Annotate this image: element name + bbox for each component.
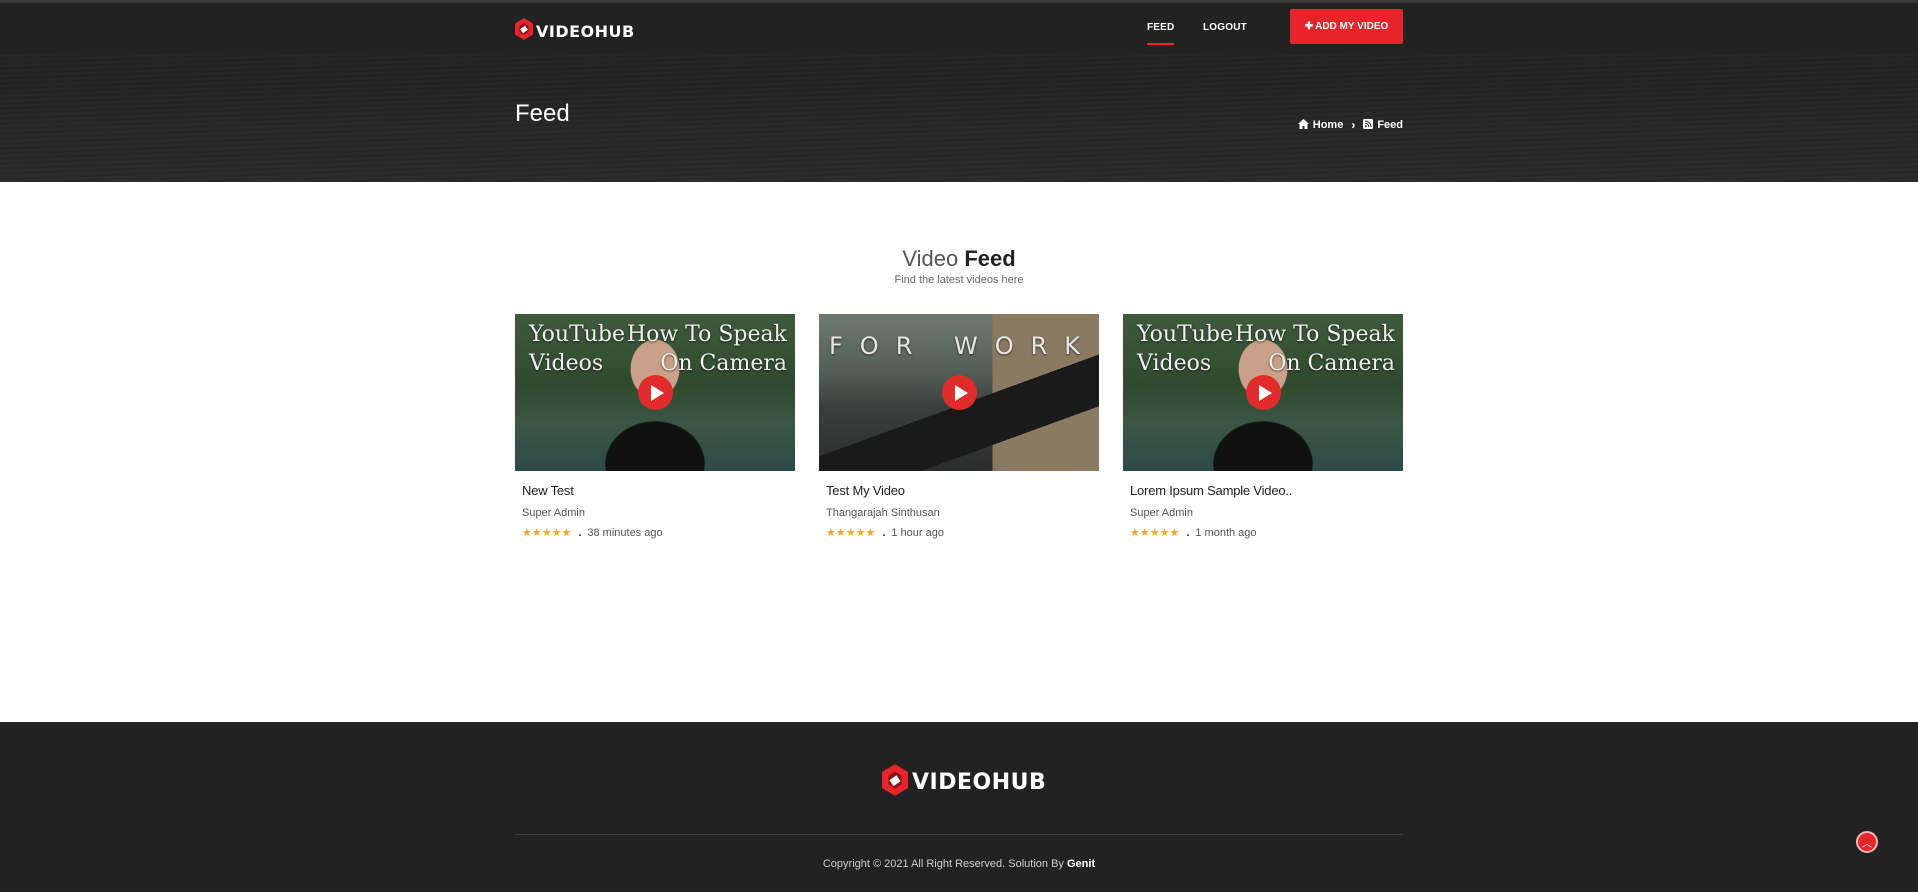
logo-text: VIDEOHUB	[536, 21, 635, 41]
video-meta: ★★★★★ . 38 minutes ago	[522, 526, 663, 540]
video-card: FOR WORK Test My Video Thangarajah Sinth…	[819, 314, 1099, 539]
footer-logo[interactable]: VIDEOHUB	[882, 763, 1047, 801]
star-rating: ★★★★★	[522, 527, 572, 539]
video-title[interactable]: Test My Video	[826, 483, 905, 498]
separator-dot: .	[1186, 526, 1190, 539]
section-title-light: Video	[902, 246, 959, 271]
thumbnail-caption-left: YouTube Videos	[1137, 322, 1233, 376]
play-icon[interactable]	[1246, 375, 1281, 410]
site-logo[interactable]: VIDEOHUB	[515, 17, 635, 45]
chevron-up-icon: ︿	[1862, 838, 1872, 850]
star-rating: ★★★★★	[1130, 527, 1180, 539]
plus-icon: ✚	[1304, 21, 1314, 32]
logo-mark-icon	[882, 763, 908, 801]
add-my-video-button[interactable]: ✚ ADD MY VIDEO	[1290, 9, 1403, 44]
breadcrumb-feed: Feed	[1377, 119, 1403, 131]
video-time: 1 month ago	[1195, 526, 1257, 539]
add-my-video-label: ADD MY VIDEO	[1315, 21, 1389, 32]
separator-dot: .	[882, 526, 886, 539]
video-thumbnail[interactable]: FOR WORK	[819, 314, 1099, 471]
navbar	[0, 3, 1918, 54]
video-author: Super Admin	[1130, 507, 1193, 519]
thumbnail-caption-right: How To Speak On Camera	[626, 322, 787, 376]
video-time: 38 minutes ago	[587, 526, 663, 539]
video-title[interactable]: New Test	[522, 483, 574, 498]
footer-divider	[515, 834, 1403, 835]
video-meta: ★★★★★ . 1 month ago	[1130, 526, 1257, 540]
rss-icon	[1363, 118, 1374, 132]
separator-dot: .	[578, 526, 582, 539]
thumbnail-caption-left: YouTube Videos	[529, 322, 625, 376]
video-thumbnail[interactable]: YouTube Videos How To Speak On Camera	[1123, 314, 1403, 471]
thumbnail-caption: FOR WORK	[829, 332, 1098, 360]
section-title: Video Feed	[0, 246, 1918, 272]
copyright: Copyright © 2021 All Right Reserved. Sol…	[0, 858, 1918, 870]
logo-mark-icon	[515, 17, 533, 45]
copyright-brand-link[interactable]: Genit	[1067, 858, 1095, 870]
copyright-text: Copyright © 2021 All Right Reserved. Sol…	[822, 858, 1064, 870]
thumbnail-caption-right: How To Speak On Camera	[1234, 322, 1395, 376]
section-title-bold: Feed	[964, 246, 1016, 271]
video-author: Super Admin	[522, 507, 585, 519]
video-author: Thangarajah Sinthusan	[826, 507, 940, 519]
video-thumbnail[interactable]: YouTube Videos How To Speak On Camera	[515, 314, 795, 471]
nav-feed[interactable]: FEED	[1147, 22, 1175, 45]
footer-logo-text: VIDEOHUB	[912, 769, 1047, 795]
page-title: Feed	[515, 100, 570, 127]
section-subtitle: Find the latest videos here	[894, 274, 1024, 286]
breadcrumb-home[interactable]: Home	[1313, 119, 1344, 131]
video-card: YouTube Videos How To Speak On Camera New …	[515, 314, 795, 539]
home-icon	[1297, 118, 1309, 132]
video-title[interactable]: Lorem Ipsum Sample Video..	[1130, 483, 1292, 498]
play-icon[interactable]	[638, 375, 673, 410]
chevron-right-icon: ›	[1351, 118, 1356, 132]
star-rating: ★★★★★	[826, 527, 876, 539]
nav-logout[interactable]: LOGOUT	[1203, 22, 1247, 33]
video-meta: ★★★★★ . 1 hour ago	[826, 526, 944, 540]
scroll-top-button[interactable]: ︿	[1856, 831, 1878, 853]
video-card: YouTube Videos How To Speak On Camera Lore…	[1123, 314, 1403, 539]
play-icon[interactable]	[942, 375, 977, 410]
breadcrumb: Home › Feed	[1297, 118, 1403, 132]
video-time: 1 hour ago	[891, 526, 944, 539]
